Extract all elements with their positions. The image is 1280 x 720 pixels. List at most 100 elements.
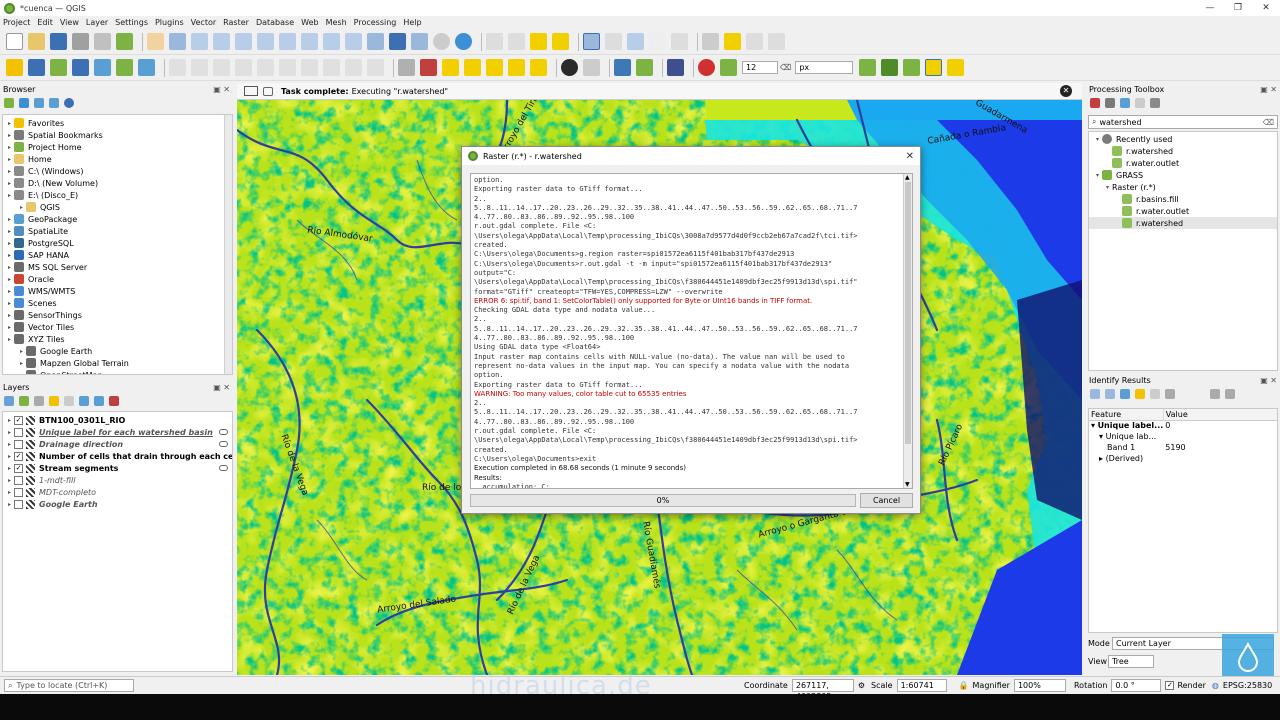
map-tips-icon[interactable] bbox=[702, 33, 719, 50]
temporal-clock-icon[interactable] bbox=[433, 33, 450, 50]
manage-visibility-icon[interactable] bbox=[34, 396, 44, 406]
browser-item[interactable]: ▸ QGIS bbox=[3, 201, 232, 213]
expand-arrow-icon[interactable]: ▸ bbox=[5, 240, 14, 247]
locator-search-input[interactable]: ⌕ Type to locate (Ctrl+K) bbox=[4, 679, 134, 692]
rotate-label-icon[interactable] bbox=[508, 59, 525, 76]
attribute-table-icon[interactable] bbox=[605, 33, 622, 50]
close-notice-icon[interactable]: ✕ bbox=[1060, 85, 1072, 97]
print-results-icon[interactable] bbox=[1165, 389, 1175, 399]
expand-arrow-icon[interactable]: ▸ bbox=[5, 264, 14, 271]
expand-arrow-icon[interactable]: ▸ bbox=[5, 228, 14, 235]
zoom-out-icon[interactable] bbox=[213, 33, 230, 50]
identify-features-icon[interactable] bbox=[583, 33, 600, 50]
browser-item[interactable]: ▸ GeoPackage bbox=[3, 213, 232, 225]
options-icon[interactable] bbox=[1150, 98, 1160, 108]
expression-filter-icon[interactable] bbox=[64, 396, 74, 406]
identify-settings-icon[interactable] bbox=[1225, 389, 1235, 399]
undo-icon[interactable] bbox=[345, 59, 362, 76]
select-feature-icon[interactable] bbox=[486, 33, 503, 50]
snap-vertex-icon[interactable] bbox=[720, 59, 737, 76]
browser-item[interactable]: ▸ C:\ (Windows) bbox=[3, 165, 232, 177]
collapse-tree-icon[interactable] bbox=[1105, 389, 1115, 399]
layer-visibility-checkbox[interactable] bbox=[14, 439, 23, 449]
pan-hand-icon[interactable] bbox=[147, 33, 164, 50]
panel-float-close-icon[interactable]: ▣ ✕ bbox=[213, 85, 230, 94]
expand-arrow-icon[interactable]: ▸ bbox=[17, 360, 26, 367]
new-shapefile-icon[interactable] bbox=[28, 59, 45, 76]
refresh-icon[interactable] bbox=[455, 33, 472, 50]
browser-item[interactable]: ▸ Oracle bbox=[3, 273, 232, 285]
snapping-magnet-icon[interactable] bbox=[698, 59, 715, 76]
expand-arrow-icon[interactable]: ▸ bbox=[5, 252, 14, 259]
sum-statistics-icon[interactable] bbox=[649, 33, 666, 50]
panel-float-close-icon[interactable]: ▣ ✕ bbox=[1260, 85, 1277, 94]
panel-toggle-icon[interactable] bbox=[244, 86, 258, 96]
coordinate-input[interactable]: 267117, 4002805 bbox=[791, 679, 854, 701]
identify-mode-icon[interactable] bbox=[1210, 389, 1220, 399]
expand-arrow-icon[interactable]: ▾ bbox=[1093, 136, 1102, 143]
expand-arrow-icon[interactable]: ▾ bbox=[1093, 172, 1102, 179]
layer-item[interactable]: ▸ Unique label for each watershed basin bbox=[3, 426, 232, 438]
toggle-extents-icon[interactable]: ⚙ bbox=[858, 681, 865, 690]
expand-arrow-icon[interactable]: ▸ bbox=[5, 489, 14, 496]
help-icon[interactable] bbox=[667, 59, 684, 76]
close-dialog-button[interactable]: ✕ bbox=[906, 151, 914, 162]
text-annotation-icon[interactable] bbox=[746, 33, 763, 50]
paste-icon[interactable] bbox=[323, 59, 340, 76]
layer-visibility-checkbox[interactable] bbox=[14, 487, 23, 497]
menu-raster[interactable]: Raster bbox=[223, 18, 249, 27]
browser-item[interactable]: ▸ D:\ (New Volume) bbox=[3, 177, 232, 189]
grass-plugin-icon[interactable] bbox=[636, 59, 653, 76]
layer-visibility-checkbox[interactable] bbox=[14, 427, 23, 437]
gear-icon[interactable] bbox=[627, 33, 644, 50]
self-snap-icon[interactable] bbox=[947, 59, 965, 76]
lock-scale-icon[interactable]: 🔒 bbox=[959, 681, 969, 690]
menu-vector[interactable]: Vector bbox=[191, 18, 217, 27]
identify-row[interactable]: ▸ (Derived) bbox=[1089, 453, 1277, 464]
change-label-icon[interactable] bbox=[530, 59, 547, 76]
print-layout-icon[interactable] bbox=[72, 33, 89, 50]
layer-visibility-checkbox[interactable] bbox=[14, 499, 23, 509]
panel-float-close-icon[interactable]: ▣ ✕ bbox=[1260, 376, 1277, 385]
browser-item[interactable]: ▸ Home bbox=[3, 153, 232, 165]
expand-arrow-icon[interactable]: ▸ bbox=[5, 429, 14, 436]
layer-item[interactable]: ▸ ✓ Number of cells that drain through eac… bbox=[3, 450, 232, 462]
results-viewer-icon[interactable] bbox=[1120, 98, 1130, 108]
add-group-icon[interactable] bbox=[19, 396, 29, 406]
expand-arrow-icon[interactable]: ▸ bbox=[5, 168, 14, 175]
toolbox-search-input[interactable]: ⌕ watershed ⌫ bbox=[1088, 115, 1278, 129]
add-virtual-icon[interactable] bbox=[138, 59, 155, 76]
redo-icon[interactable] bbox=[367, 59, 384, 76]
identify-row[interactable]: ▾ Unique label... 0 bbox=[1089, 420, 1277, 431]
expand-arrow-icon[interactable]: ▸ bbox=[5, 324, 14, 331]
globe-plugin-icon[interactable] bbox=[561, 59, 578, 76]
collapse-all-icon[interactable] bbox=[94, 396, 104, 406]
log-scroll-thumb[interactable] bbox=[905, 182, 911, 444]
browser-scrollbar[interactable] bbox=[224, 115, 232, 374]
layer-indicator-icon[interactable] bbox=[219, 465, 228, 471]
expand-arrow-icon[interactable]: ▸ bbox=[5, 417, 14, 424]
add-feature-icon[interactable] bbox=[213, 59, 230, 76]
layer-item[interactable]: ▸ ✓ Stream segments bbox=[3, 462, 232, 474]
expand-arrow-icon[interactable]: ▸ bbox=[5, 501, 14, 508]
menu-settings[interactable]: Settings bbox=[115, 18, 148, 27]
remove-layer-icon[interactable] bbox=[109, 396, 119, 406]
expand-arrow-icon[interactable]: ▸ bbox=[5, 120, 14, 127]
browser-item[interactable]: ▸ Favorites bbox=[3, 117, 232, 129]
zoom-native-icon[interactable] bbox=[301, 33, 318, 50]
edit-features-icon[interactable] bbox=[1135, 98, 1145, 108]
menu-processing[interactable]: Processing bbox=[354, 18, 397, 27]
new-project-icon[interactable] bbox=[6, 33, 23, 50]
layout-manager-icon[interactable] bbox=[94, 33, 111, 50]
expand-arrow-icon[interactable]: ▸ bbox=[5, 192, 14, 199]
layer-indicator-icon[interactable] bbox=[219, 429, 228, 435]
expand-new-icon[interactable] bbox=[1120, 389, 1130, 399]
expand-arrow-icon[interactable]: ▸ bbox=[17, 204, 26, 211]
style-manager-icon[interactable] bbox=[116, 33, 133, 50]
scroll-up-icon[interactable]: ▲ bbox=[905, 174, 910, 181]
crs-label[interactable]: EPSG:25830 bbox=[1223, 681, 1272, 690]
expand-arrow-icon[interactable]: ▸ bbox=[5, 300, 14, 307]
column-header-value[interactable]: Value bbox=[1163, 409, 1277, 420]
refresh-icon[interactable] bbox=[19, 98, 29, 108]
browser-item[interactable]: ▸ Mapzen Global Terrain bbox=[3, 357, 232, 369]
